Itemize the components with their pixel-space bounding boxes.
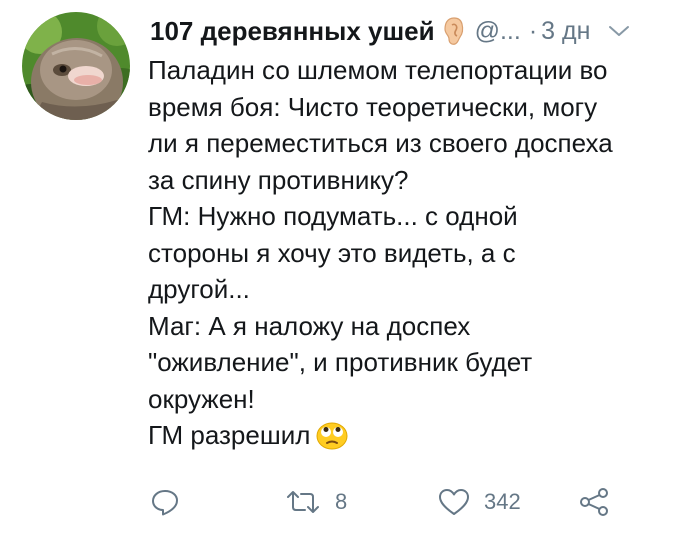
bird-avatar-image (22, 12, 130, 120)
chevron-down-icon (609, 26, 630, 36)
like-button[interactable]: 342 (438, 482, 521, 522)
tweet-text-line: ли я переместиться из своего доспеха (148, 128, 613, 158)
ear-icon (443, 16, 465, 46)
reply-icon (152, 490, 178, 516)
tweet-text-line: стороны я хочу это видеть, а с (148, 237, 516, 268)
tweet-text-line: окружен! (148, 383, 255, 414)
tweet-text-line: Паладин со шлемом телепортации во (148, 55, 608, 85)
heart-icon (439, 489, 469, 515)
retweet-count: 8 (335, 489, 348, 514)
reply-button[interactable] (150, 482, 194, 522)
share-icon (580, 488, 608, 516)
retweet-button[interactable]: 8 (285, 482, 347, 522)
tweet-text-line: ГМ разрешил (148, 420, 311, 450)
tweet-actions: 8 342 (148, 482, 618, 522)
tweet-text-line: за спину противнику? (148, 164, 409, 195)
like-count: 342 (484, 489, 521, 514)
timestamp[interactable]: 3 дн (541, 17, 590, 46)
more-options-button[interactable] (608, 24, 630, 38)
author-handle[interactable]: @... (475, 17, 521, 46)
face-with-rolling-eyes-icon (316, 420, 348, 460)
share-button[interactable] (578, 482, 610, 522)
tweet-text-line: ГМ: Нужно подумать... с одной (148, 201, 518, 231)
author-display-name[interactable]: 107 деревянных ушей (150, 16, 435, 47)
tweet-text-line: другой... (148, 274, 250, 304)
tweet-text-line: Маг: А я наложу на доспех (148, 310, 471, 341)
tweet-text-last-line: ГМ разрешил (148, 417, 693, 460)
retweet-icon (287, 491, 319, 513)
tweet-header: 107 деревянных ушей @... · 3 дн (150, 12, 685, 50)
tweet-text-line: время боя: Чисто теоретически, могу (148, 91, 598, 122)
avatar[interactable] (22, 12, 130, 120)
tweet-text-line: "оживление", и противник будет (148, 347, 533, 377)
tweet-text: Паладин со шлемом телепортации во время … (148, 52, 693, 460)
separator-dot: · (528, 16, 538, 45)
